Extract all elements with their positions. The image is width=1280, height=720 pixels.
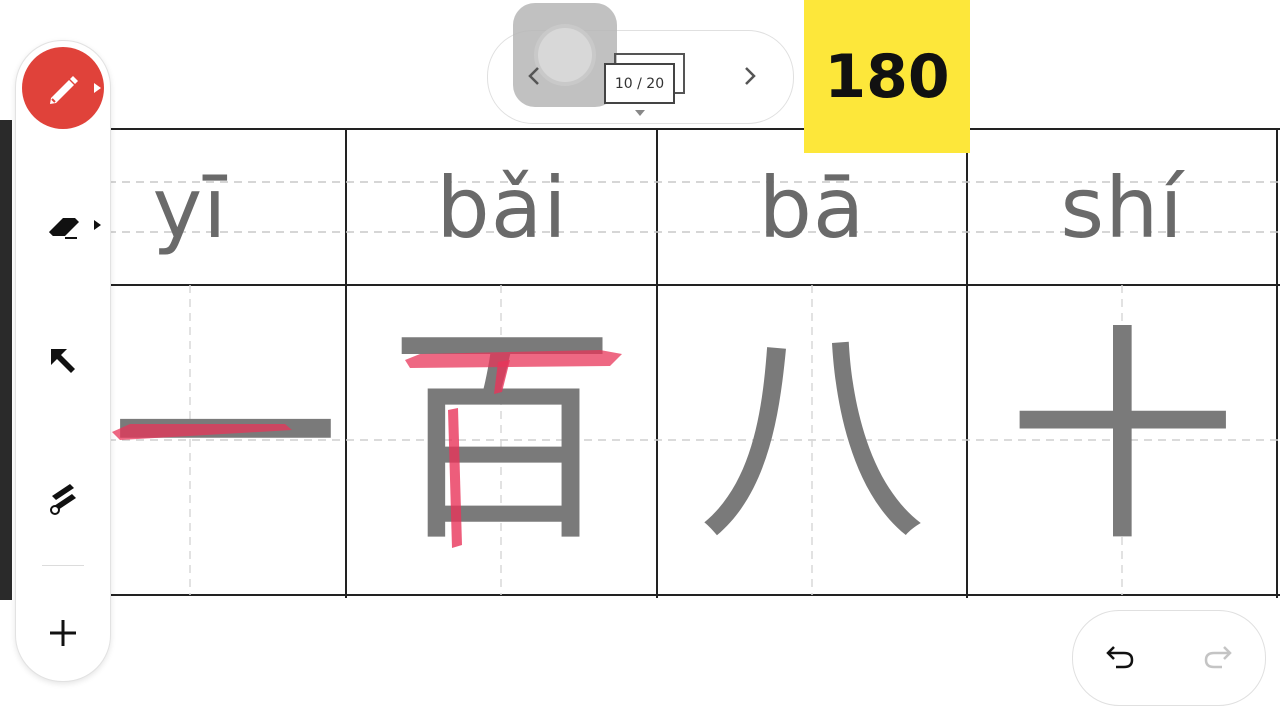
undo-icon [1106, 646, 1134, 669]
eraser-options-caret [94, 220, 101, 230]
tool-palette [15, 40, 111, 682]
eraser-icon [49, 218, 79, 239]
redo-icon [1204, 646, 1232, 669]
pager-caret-down-icon[interactable] [635, 110, 645, 116]
chevron-right-icon [745, 67, 756, 85]
pen-icon [50, 76, 78, 104]
pen-options-caret [94, 83, 101, 93]
pen-tool-button[interactable] [22, 47, 104, 129]
page-indicator[interactable]: 10 / 20 [604, 63, 675, 104]
eraser-tool-button[interactable] [16, 185, 110, 265]
next-page-button[interactable] [735, 60, 765, 92]
laser-pen-icon [50, 484, 76, 515]
laser-tool-button[interactable] [16, 457, 110, 537]
add-button[interactable] [16, 593, 110, 673]
toolbar-divider [42, 565, 84, 566]
select-tool-button[interactable] [16, 321, 110, 401]
undo-button[interactable] [1098, 634, 1142, 680]
redo-button[interactable] [1196, 634, 1240, 680]
arrow-pointer-icon [51, 349, 75, 373]
plus-icon [50, 620, 76, 646]
prev-page-button[interactable] [519, 60, 549, 92]
score-counter: 180 [804, 0, 970, 153]
chevron-left-icon [528, 67, 539, 85]
